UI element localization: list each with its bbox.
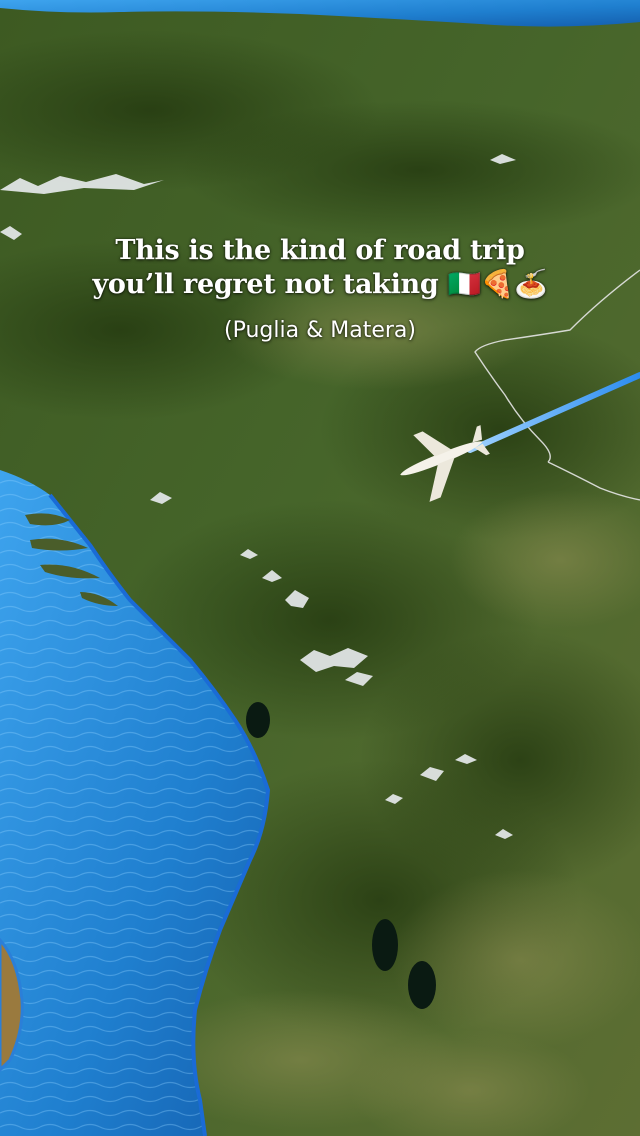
map-stage: This is the kind of road trip you’ll reg…	[0, 0, 640, 1136]
headline-line-2: you’ll regret not taking 🇮🇹🍕🍝	[92, 269, 548, 300]
headline-line-1: This is the kind of road trip	[115, 235, 525, 266]
satellite-map	[0, 0, 640, 1136]
subtitle-caption: (Puglia & Matera)	[224, 318, 416, 343]
headline-caption: This is the kind of road trip you’ll reg…	[0, 234, 640, 302]
